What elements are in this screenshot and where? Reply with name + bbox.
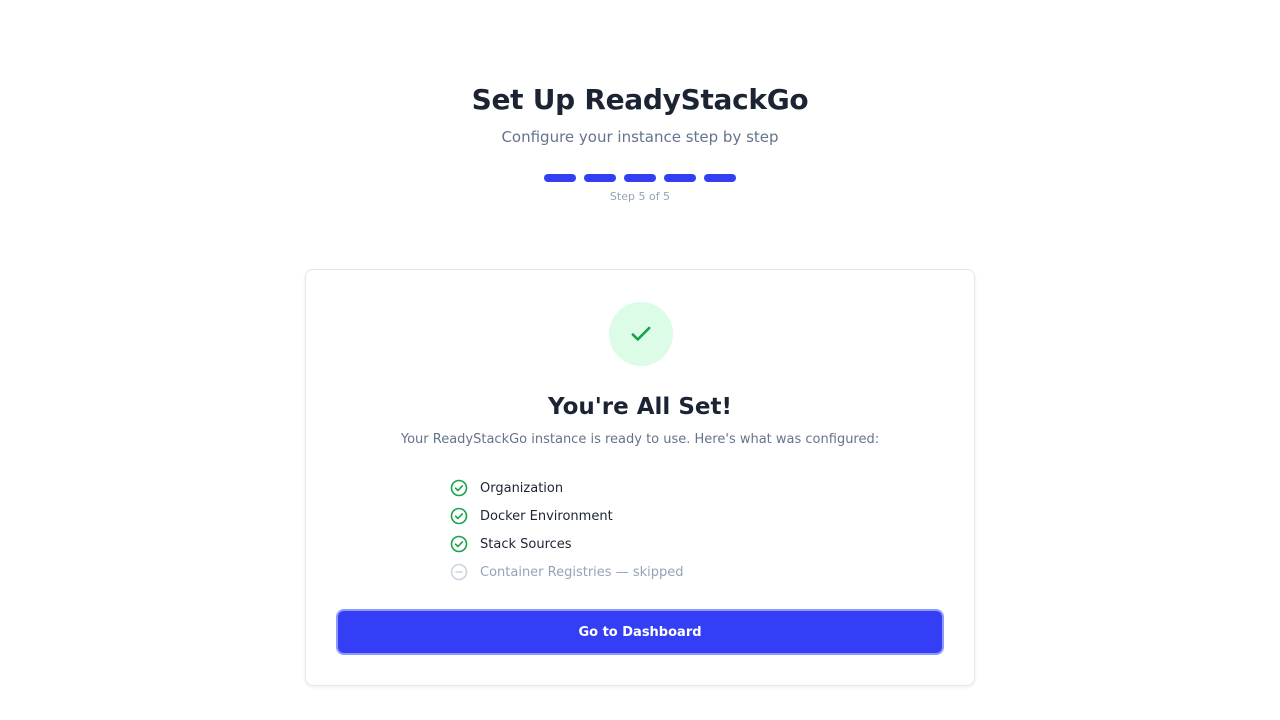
configured-items-list: Organization Docker Environment Stack Sour…: [450, 474, 684, 586]
completion-card: You're All Set! Your ReadyStackGo instan…: [305, 269, 975, 686]
check-icon: [631, 326, 651, 341]
step-segment-5: [704, 174, 736, 182]
step-segment-4: [664, 174, 696, 182]
check-circle-icon: [450, 507, 468, 525]
check-circle-icon: [450, 479, 468, 497]
config-item: Stack Sources: [450, 530, 684, 558]
wizard-header: Set Up ReadyStackGo Configure your insta…: [0, 80, 1280, 204]
page-title: Set Up ReadyStackGo: [471, 83, 809, 116]
step-segment-1: [544, 174, 576, 182]
config-item-label: Container Registries — skipped: [480, 564, 684, 580]
config-item: Container Registries — skipped: [450, 558, 684, 586]
step-counter: Step 5 of 5: [609, 190, 671, 203]
check-circle-icon: [450, 535, 468, 553]
config-item-label: Docker Environment: [480, 508, 613, 524]
success-badge: [609, 302, 673, 366]
page-subtitle: Configure your instance step by step: [501, 128, 779, 146]
minus-circle-icon: [450, 563, 468, 581]
go-to-dashboard-button[interactable]: Go to Dashboard: [336, 609, 944, 655]
completion-description: Your ReadyStackGo instance is ready to u…: [400, 432, 880, 447]
step-progress-indicator: [0, 174, 1280, 182]
config-item: Organization: [450, 474, 684, 502]
step-segment-3: [624, 174, 656, 182]
config-item-label: Stack Sources: [480, 536, 572, 552]
completion-title: You're All Set!: [548, 394, 732, 420]
config-item: Docker Environment: [450, 502, 684, 530]
config-item-label: Organization: [480, 480, 564, 496]
step-segment-2: [584, 174, 616, 182]
setup-wizard-page: Set Up ReadyStackGo Configure your insta…: [0, 0, 1280, 720]
